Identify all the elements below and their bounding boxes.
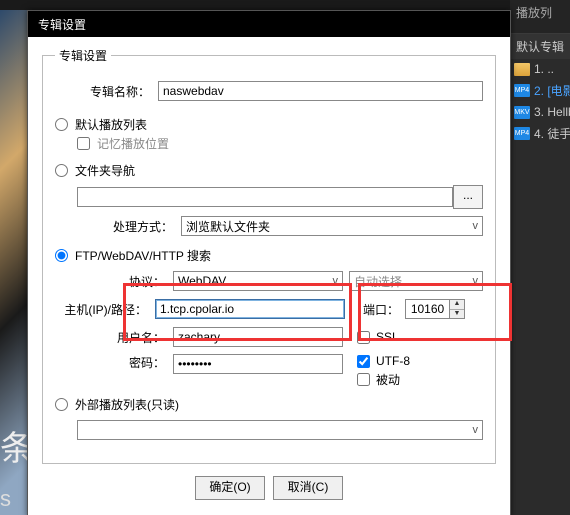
row-pass: 密码： UTF-8 被动 — [55, 354, 483, 388]
group-legend: 专辑设置 — [55, 47, 111, 64]
passive-checkbox[interactable] — [357, 373, 370, 386]
protocol-combo[interactable]: WebDAV v — [173, 271, 343, 291]
utf8-label: UTF-8 — [376, 354, 410, 368]
radio-folder-label: 文件夹导航 — [75, 162, 135, 179]
row-external-path: v — [77, 419, 483, 441]
host-input[interactable] — [155, 299, 345, 319]
side-panel-title: 播放列 — [510, 0, 570, 34]
chevron-down-icon: v — [333, 275, 339, 287]
row-user: 用户名： SSL — [55, 326, 483, 348]
remember-position-checkbox[interactable] — [77, 137, 90, 150]
process-label: 处理方式： — [55, 218, 181, 235]
radio-default-input[interactable] — [55, 118, 68, 131]
browse-button[interactable]: ... — [453, 185, 483, 209]
auto-select-value: 自动选择 — [354, 273, 402, 290]
radio-folder-nav[interactable]: 文件夹导航 — [55, 162, 483, 179]
protocol-label: 协议： — [55, 273, 173, 290]
pass-label: 密码： — [55, 354, 173, 371]
row-folder-path: ... — [77, 185, 483, 209]
folder-icon — [514, 63, 530, 76]
remember-position[interactable]: 记忆播放位置 — [77, 135, 483, 152]
row-process: 处理方式： 浏览默认文件夹 v — [55, 215, 483, 237]
row-album-name: 专辑名称： — [55, 80, 483, 102]
playlist-side-panel: 播放列 默认专辑 1. .. MP4 2. [电影 MKV 3. Hellb M… — [510, 0, 570, 515]
list-item-label: 4. 徒手 — [534, 125, 570, 142]
pass-input[interactable] — [173, 354, 343, 374]
cancel-button[interactable]: 取消(C) — [273, 476, 343, 500]
album-settings-dialog: 专辑设置 专辑设置 专辑名称： 默认播放列表 记忆播放位置 文件夹导航 — [27, 10, 511, 515]
port-label: 端口： — [363, 301, 399, 318]
spin-down-icon[interactable]: ▼ — [450, 310, 464, 319]
chevron-down-icon: v — [473, 424, 479, 436]
radio-default-playlist[interactable]: 默认播放列表 — [55, 116, 483, 133]
ssl-checkbox-wrap[interactable]: SSL — [357, 330, 399, 344]
list-item[interactable]: 1. .. — [510, 59, 570, 79]
passive-label: 被动 — [376, 371, 400, 388]
passive-checkbox-wrap[interactable]: 被动 — [357, 371, 410, 388]
list-item[interactable]: MP4 4. 徒手 — [510, 122, 570, 145]
radio-search-input[interactable] — [55, 249, 68, 262]
ssl-checkbox[interactable] — [357, 331, 370, 344]
user-label: 用户名： — [55, 329, 173, 346]
folder-path-input[interactable] — [77, 187, 453, 207]
radio-search[interactable]: FTP/WebDAV/HTTP 搜索 — [55, 247, 483, 264]
mp4-icon: MP4 — [514, 127, 530, 140]
mp4-icon: MP4 — [514, 84, 530, 97]
dialog-titlebar: 专辑设置 — [28, 11, 510, 37]
spin-up-icon[interactable]: ▲ — [450, 300, 464, 310]
list-item[interactable]: MKV 3. Hellb — [510, 102, 570, 122]
process-combo[interactable]: 浏览默认文件夹 v — [181, 216, 483, 236]
list-item[interactable]: MP4 2. [电影 — [510, 79, 570, 102]
list-item-label: 2. [电影 — [534, 82, 570, 99]
settings-group: 专辑设置 专辑名称： 默认播放列表 记忆播放位置 文件夹导航 — [42, 47, 496, 464]
radio-default-label: 默认播放列表 — [75, 116, 147, 133]
row-protocol: 协议： WebDAV v 自动选择 v — [55, 270, 483, 292]
album-name-label: 专辑名称： — [55, 83, 158, 100]
utf8-checkbox[interactable] — [357, 355, 370, 368]
radio-folder-input[interactable] — [55, 164, 68, 177]
dialog-body: 专辑设置 专辑名称： 默认播放列表 记忆播放位置 文件夹导航 — [28, 37, 510, 470]
process-value: 浏览默认文件夹 — [186, 218, 270, 235]
radio-search-label: FTP/WebDAV/HTTP 搜索 — [75, 247, 211, 264]
list-item-label: 3. Hellb — [534, 105, 570, 119]
dialog-title: 专辑设置 — [38, 16, 86, 33]
protocol-value: WebDAV — [178, 274, 226, 288]
ok-button[interactable]: 确定(O) — [195, 476, 265, 500]
album-name-input[interactable] — [158, 81, 483, 101]
side-panel-tab[interactable]: 默认专辑 — [510, 34, 570, 59]
radio-external-label: 外部播放列表(只读) — [75, 396, 179, 413]
chevron-down-icon: v — [473, 220, 479, 232]
list-item-label: 1. .. — [534, 62, 554, 76]
chevron-down-icon: v — [473, 275, 479, 287]
spinner-buttons[interactable]: ▲ ▼ — [449, 299, 465, 319]
dialog-footer: 确定(O) 取消(C) — [28, 470, 510, 515]
utf8-checkbox-wrap[interactable]: UTF-8 — [357, 354, 410, 368]
host-label: 主机(IP)/路径： — [55, 301, 155, 318]
radio-external[interactable]: 外部播放列表(只读) — [55, 396, 483, 413]
user-input[interactable] — [173, 327, 343, 347]
auto-select-combo[interactable]: 自动选择 v — [349, 271, 483, 291]
radio-external-input[interactable] — [55, 398, 68, 411]
ssl-label: SSL — [376, 330, 399, 344]
port-input[interactable] — [405, 299, 449, 319]
background-sub: s — [0, 486, 11, 512]
port-spinner[interactable]: ▲ ▼ — [405, 299, 465, 319]
remember-position-label: 记忆播放位置 — [97, 135, 169, 152]
row-host: 主机(IP)/路径： 端口： ▲ ▼ — [55, 298, 483, 320]
external-combo[interactable]: v — [77, 420, 483, 440]
mkv-icon: MKV — [514, 106, 530, 119]
